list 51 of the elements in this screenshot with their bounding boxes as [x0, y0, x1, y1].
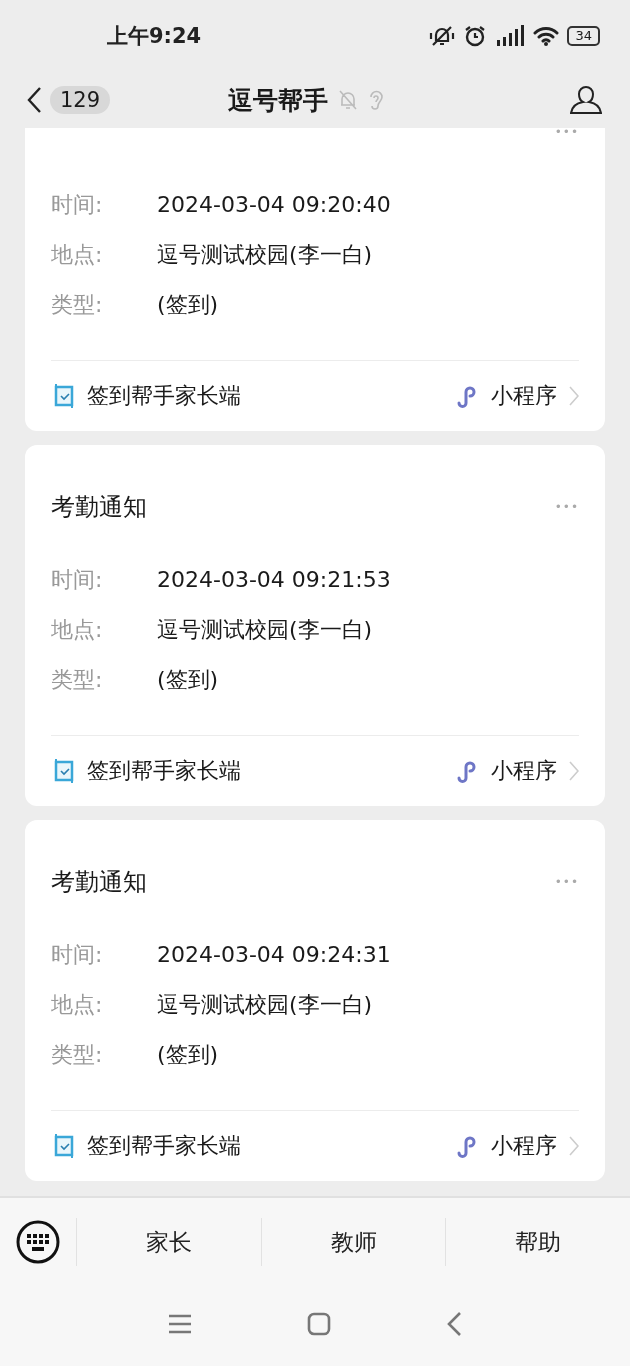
app-name: 签到帮手家长端: [87, 382, 241, 410]
menu-tab[interactable]: 帮助: [445, 1218, 630, 1266]
field-label: 时间:: [51, 941, 104, 969]
field-label: 类型:: [51, 666, 104, 694]
checkin-app-icon: [53, 383, 75, 409]
field-value: (签到): [157, 1041, 219, 1069]
field-label: 时间:: [51, 566, 104, 594]
menu-icon[interactable]: [168, 1313, 192, 1335]
battery-indicator: 34: [567, 26, 600, 46]
field-value: 2024-03-04 09:20:40: [157, 191, 391, 219]
field-value: 逗号测试校园(李一白): [157, 991, 373, 1019]
message-card[interactable]: 考勤通知 ••• 时间: 2024-03-04 09:21:53 地点: 逗号测试校园(李一白) 类型: (签到) 签到帮手家长端 小程序: [25, 445, 605, 806]
person-icon[interactable]: [570, 85, 602, 115]
chevron-right-icon: [569, 761, 579, 781]
menu-tab[interactable]: 教师: [260, 1218, 446, 1266]
mini-program-label: 小程序: [491, 757, 557, 785]
keyboard-icon[interactable]: [16, 1220, 60, 1264]
ear-icon: [368, 89, 384, 111]
chevron-right-icon: [569, 1136, 579, 1156]
field-label: 地点:: [51, 616, 104, 644]
field-label: 地点:: [51, 991, 104, 1019]
back-icon[interactable]: [446, 1311, 462, 1337]
field-label: 地点:: [51, 241, 104, 269]
app-name: 签到帮手家长端: [87, 1132, 241, 1160]
field-value: 逗号测试校园(李一白): [157, 241, 373, 269]
checkin-app-icon: [53, 758, 75, 784]
field-label: 时间:: [51, 191, 104, 219]
wifi-icon: [533, 25, 560, 47]
unread-count-badge: 129: [50, 86, 111, 114]
field-label: 类型:: [51, 291, 104, 319]
field-value: (签到): [157, 291, 219, 319]
field-value: 2024-03-04 09:21:53: [157, 566, 391, 594]
field-value: 2024-03-04 09:24:31: [157, 941, 391, 969]
card-title: 考勤通知: [51, 492, 147, 523]
field-value: 逗号测试校园(李一白): [157, 616, 373, 644]
menu-tab[interactable]: 家长: [76, 1218, 261, 1266]
field-label: 类型:: [51, 1041, 104, 1069]
home-square-icon[interactable]: [307, 1312, 331, 1336]
card-title: 考勤通知: [51, 867, 147, 898]
chat-title: 逗号帮手: [228, 84, 328, 117]
mini-program-label: 小程序: [491, 382, 557, 410]
message-card[interactable]: ••• 时间: 2024-03-04 09:20:40 地点: 逗号测试校园(李一白) 类型: (签到) 签到帮手家长端 小程序: [25, 128, 605, 431]
checkin-app-icon: [53, 1133, 75, 1159]
app-name: 签到帮手家长端: [87, 757, 241, 785]
status-time: 上午9:24: [107, 23, 202, 50]
mini-program-label: 小程序: [491, 1132, 557, 1160]
field-value: (签到): [157, 666, 219, 694]
muted-bell-icon: [429, 24, 456, 48]
message-card[interactable]: 考勤通知 ••• 时间: 2024-03-04 09:24:31 地点: 逗号测试校园(李一白) 类型: (签到) 签到帮手家长端 小程序: [25, 820, 605, 1181]
signal-icon: [495, 24, 526, 48]
chevron-right-icon: [569, 386, 579, 406]
